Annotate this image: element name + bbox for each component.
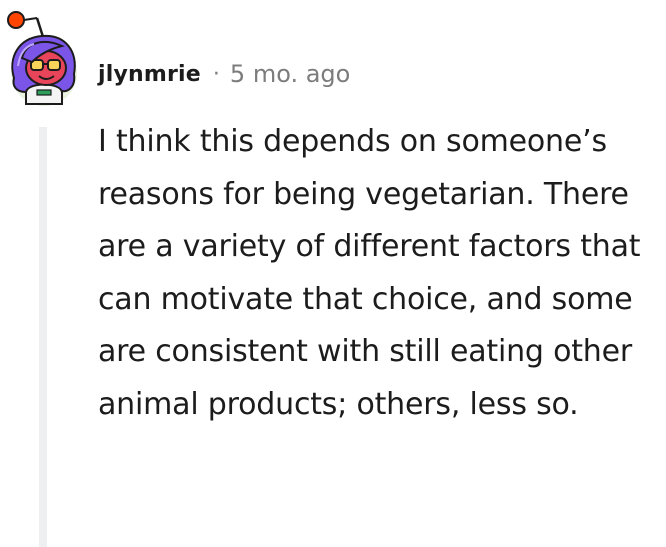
comment-timestamp[interactable]: 5 mo. ago: [230, 60, 350, 88]
comment-body: I think this depends on someone’s reason…: [98, 124, 641, 422]
username-link[interactable]: jlynmrie: [98, 62, 201, 87]
thread-collapse-line[interactable]: [39, 127, 47, 547]
snoo-avatar-icon: [7, 11, 77, 106]
comment-card: jlynmrie · 5 mo. ago I think this depend…: [0, 0, 666, 547]
user-avatar[interactable]: [4, 8, 82, 106]
meta-separator: ·: [212, 61, 220, 87]
comment-header: jlynmrie · 5 mo. ago: [98, 56, 350, 92]
